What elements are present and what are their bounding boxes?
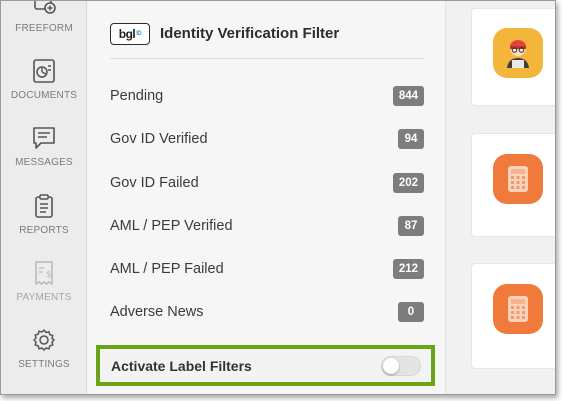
logo-text: bgl bbox=[118, 27, 136, 41]
filter-item-aml-pep-failed[interactable]: AML / PEP Failed 212 bbox=[110, 257, 424, 281]
client-card[interactable] bbox=[471, 8, 555, 106]
filter-item-aml-pep-verified[interactable]: AML / PEP Verified 87 bbox=[110, 214, 424, 238]
client-card[interactable] bbox=[471, 263, 555, 369]
sidebar-item-freeform[interactable]: FREEFORM bbox=[1, 1, 87, 34]
sidebar-item-reports[interactable]: REPORTS bbox=[1, 193, 87, 236]
panel-title: Identity Verification Filter bbox=[160, 25, 340, 42]
count-badge: 87 bbox=[398, 216, 424, 236]
filter-label: Pending bbox=[110, 88, 164, 104]
app-window: FREEFORM DOCUMENTS MESSAGES REPORTS $ PA… bbox=[0, 0, 556, 395]
bglid-logo: bgl ID bbox=[110, 23, 150, 45]
sidebar-item-label: REPORTS bbox=[19, 225, 69, 236]
messages-icon bbox=[1, 125, 87, 151]
filter-label: Gov ID Failed bbox=[110, 175, 199, 191]
svg-text:$: $ bbox=[46, 270, 52, 280]
panel-header: bgl ID Identity Verification Filter bbox=[110, 23, 424, 59]
filter-item-gov-id-verified[interactable]: Gov ID Verified 94 bbox=[110, 127, 424, 151]
toggle-label: Activate Label Filters bbox=[111, 357, 252, 374]
label-filter-toggle-row: Activate Label Filters bbox=[96, 345, 435, 386]
toggle-knob bbox=[383, 357, 399, 374]
client-card[interactable] bbox=[471, 133, 555, 237]
identity-verification-filter-panel: bgl ID Identity Verification Filter Pendi… bbox=[88, 1, 446, 394]
sidebar-item-label: PAYMENTS bbox=[16, 292, 72, 303]
reports-icon bbox=[1, 193, 87, 219]
count-badge: 202 bbox=[392, 173, 424, 193]
sidebar-item-label: SETTINGS bbox=[18, 359, 70, 370]
count-badge: 94 bbox=[398, 129, 424, 149]
person-avatar-icon bbox=[493, 28, 543, 78]
sidebar-nav: FREEFORM DOCUMENTS MESSAGES REPORTS $ PA… bbox=[1, 1, 87, 394]
count-badge: 212 bbox=[392, 259, 424, 279]
gear-icon bbox=[1, 327, 87, 353]
sidebar-item-label: MESSAGES bbox=[15, 157, 73, 168]
calculator-icon bbox=[493, 154, 543, 204]
sidebar-item-label: FREEFORM bbox=[15, 23, 73, 34]
filter-label: AML / PEP Failed bbox=[110, 261, 224, 277]
sidebar-item-label: DOCUMENTS bbox=[10, 90, 78, 101]
label-filter-toggle-switch[interactable] bbox=[381, 355, 421, 376]
filter-item-adverse-news[interactable]: Adverse News 0 bbox=[110, 300, 424, 324]
count-badge: 844 bbox=[392, 86, 424, 106]
sidebar-item-settings[interactable]: SETTINGS bbox=[1, 327, 87, 370]
freeform-icon bbox=[1, 1, 87, 17]
logo-suffix: ID bbox=[136, 31, 142, 37]
filter-label: Gov ID Verified bbox=[110, 131, 208, 147]
payments-icon: $ bbox=[1, 260, 87, 286]
filter-label: AML / PEP Verified bbox=[110, 218, 233, 234]
filter-item-pending[interactable]: Pending 844 bbox=[110, 84, 424, 108]
sidebar-item-payments[interactable]: $ PAYMENTS bbox=[1, 260, 87, 303]
documents-icon bbox=[1, 58, 87, 84]
sidebar-item-messages[interactable]: MESSAGES bbox=[1, 125, 87, 168]
sidebar-item-documents[interactable]: DOCUMENTS bbox=[1, 58, 87, 101]
filter-item-gov-id-failed[interactable]: Gov ID Failed 202 bbox=[110, 171, 424, 195]
filter-label: Adverse News bbox=[110, 304, 204, 320]
calculator-icon bbox=[493, 284, 543, 334]
count-badge: 0 bbox=[398, 302, 424, 322]
